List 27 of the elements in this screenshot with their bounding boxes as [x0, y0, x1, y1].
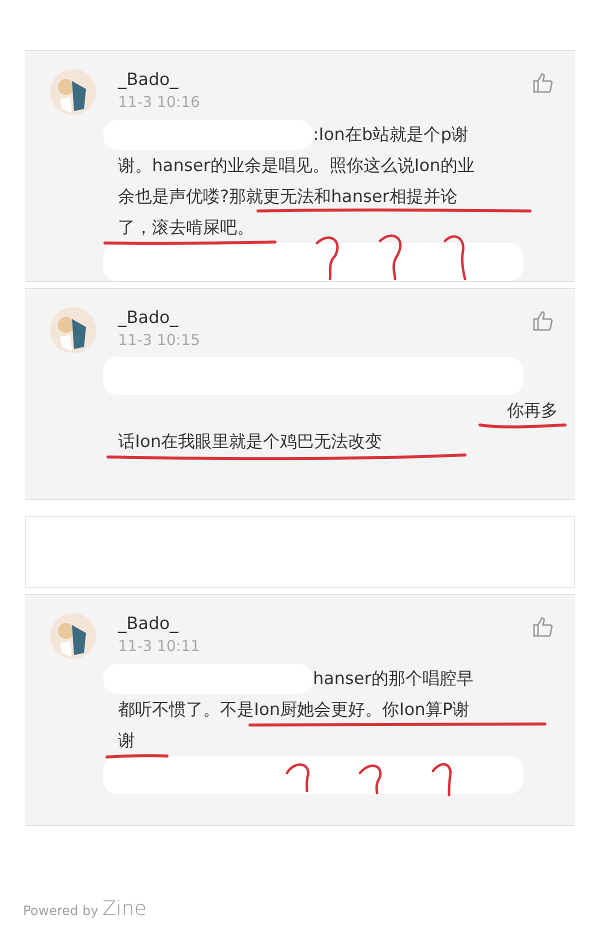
- comment-text: :Ion在b站就是个p谢: [313, 124, 468, 146]
- user-name[interactable]: _Bado_: [118, 69, 558, 91]
- brand-name: Zine: [102, 896, 147, 920]
- question-mark-drawing: [316, 236, 339, 280]
- powered-by-text: Powered by: [23, 904, 98, 919]
- comment-text: 谢: [118, 730, 135, 752]
- user-name[interactable]: _Bado_: [118, 307, 558, 329]
- marker-underline: [106, 754, 168, 758]
- thumbs-up-icon[interactable]: [531, 309, 555, 333]
- comment-text: 你再多: [507, 400, 558, 422]
- question-mark-drawing: [378, 234, 402, 280]
- comment-text: 谢。hanser的业余是唱见。照你这么说Ion的业: [118, 154, 474, 176]
- thumbs-up-icon[interactable]: [531, 615, 555, 639]
- comment-text: 话Ion在我眼里就是个鸡巴无法改变: [118, 430, 382, 452]
- user-name[interactable]: _Bado_: [118, 613, 558, 635]
- comment-text: hanser的那个唱腔早: [313, 668, 474, 690]
- question-mark-drawing: [444, 235, 466, 280]
- comment-text: 了，滚去啃屎吧。: [118, 216, 254, 238]
- question-mark-drawing: [286, 763, 310, 792]
- comment-time: 11-3 10:15: [118, 330, 202, 351]
- thumbs-up-icon[interactable]: [531, 71, 555, 95]
- comment-time: 11-3 10:16: [118, 92, 202, 113]
- comment-time: 11-3 10:11: [118, 636, 202, 657]
- comment-text: 余也是声优喽?那就更无法和hanser相提并论: [118, 186, 458, 208]
- question-mark-drawing: [358, 764, 382, 794]
- question-mark-drawing: [432, 763, 452, 796]
- comment-text: 都听不惯了。不是Ion厨她会更好。你Ion算P谢: [118, 698, 470, 720]
